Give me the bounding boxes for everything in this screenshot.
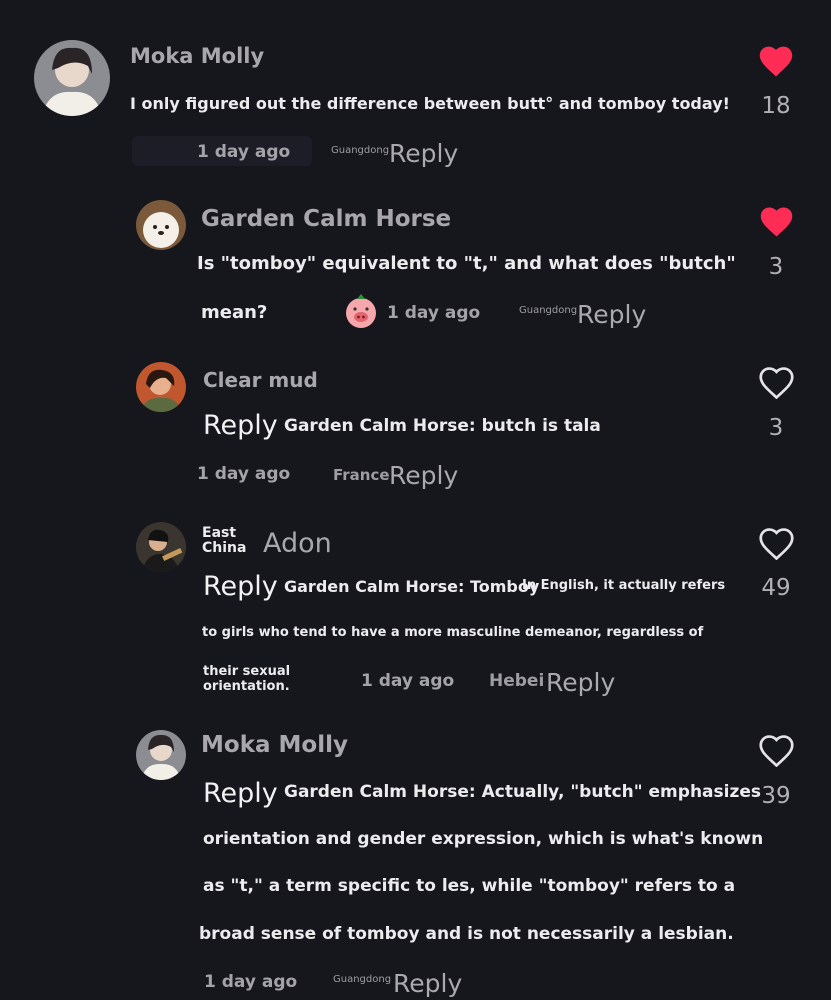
comment-text: their sexual [203,664,291,679]
avatar[interactable] [136,730,186,780]
comment-text: as "t," a term specific to les, while "t… [203,876,736,896]
heart-filled-icon [760,207,793,237]
reply-button[interactable]: Reply [577,300,646,329]
reply-prefix: Reply [203,571,278,602]
comment-time: 1 day ago [197,142,291,162]
comment-text: Is "tomboy" equivalent to "t," and what … [197,253,736,274]
avatar[interactable] [136,522,186,572]
avatar[interactable] [136,362,186,412]
like-count: 3 [768,254,784,280]
comment-time: 1 day ago [387,303,481,323]
avatar[interactable] [136,200,186,250]
reply-prefix: Reply [203,410,278,441]
heart-outline-icon [759,367,794,399]
like-button[interactable] [758,366,795,399]
comment-username[interactable]: Clear mud [203,368,318,392]
like-count: 39 [761,783,791,809]
comment-text: broad sense of tomboy and is not necessa… [199,924,734,944]
comment-location: Hebei [489,671,545,691]
heart-outline-icon [759,735,794,767]
heart-outline-icon [759,528,794,560]
reply-prefix: Reply [203,778,278,809]
comment-location: Guangdong [333,974,392,985]
comment-text: I only figured out the difference betwee… [130,94,730,113]
commenter-location: East China [202,525,247,556]
comment-text: to girls who tend to have a more masculi… [202,625,704,640]
like-button[interactable] [757,44,795,78]
heart-filled-icon [759,46,793,77]
reply-button[interactable]: Reply [389,461,458,490]
comment-text: orientation. [203,679,290,694]
comment-username[interactable]: Moka Molly [201,732,348,758]
like-button[interactable] [758,205,795,238]
like-button[interactable] [758,527,795,560]
comment-location: Guangdong [519,305,578,316]
comment-text: mean? [201,302,268,323]
pig-emoji-icon [343,293,379,329]
comment-text: Garden Calm Horse: butch is tala [284,416,601,436]
comment-text: orientation and gender expression, which… [203,829,764,849]
like-count: 18 [761,93,791,119]
comment-username[interactable]: Garden Calm Horse [201,206,451,232]
comment-time: 1 day ago [361,671,455,691]
reply-button[interactable]: Reply [393,969,462,998]
like-count: 3 [768,415,784,441]
like-count: 49 [761,575,791,601]
reply-button[interactable]: Reply [546,668,615,697]
comment-location: Guangdong [331,145,390,156]
avatar[interactable] [34,40,110,116]
comment-location: France [333,466,390,484]
comment-text: Garden Calm Horse: Actually, "butch" emp… [284,782,762,802]
comment-text: Garden Calm Horse: Tomboy [284,577,540,596]
reply-button[interactable]: Reply [389,139,458,168]
comment-time: 1 day ago [204,972,298,992]
comment-username[interactable]: Adon [263,528,332,559]
comment-text: In English, it actually refers [522,578,726,593]
comment-username[interactable]: Moka Molly [130,44,264,68]
like-button[interactable] [758,734,795,767]
comment-time: 1 day ago [197,464,291,484]
